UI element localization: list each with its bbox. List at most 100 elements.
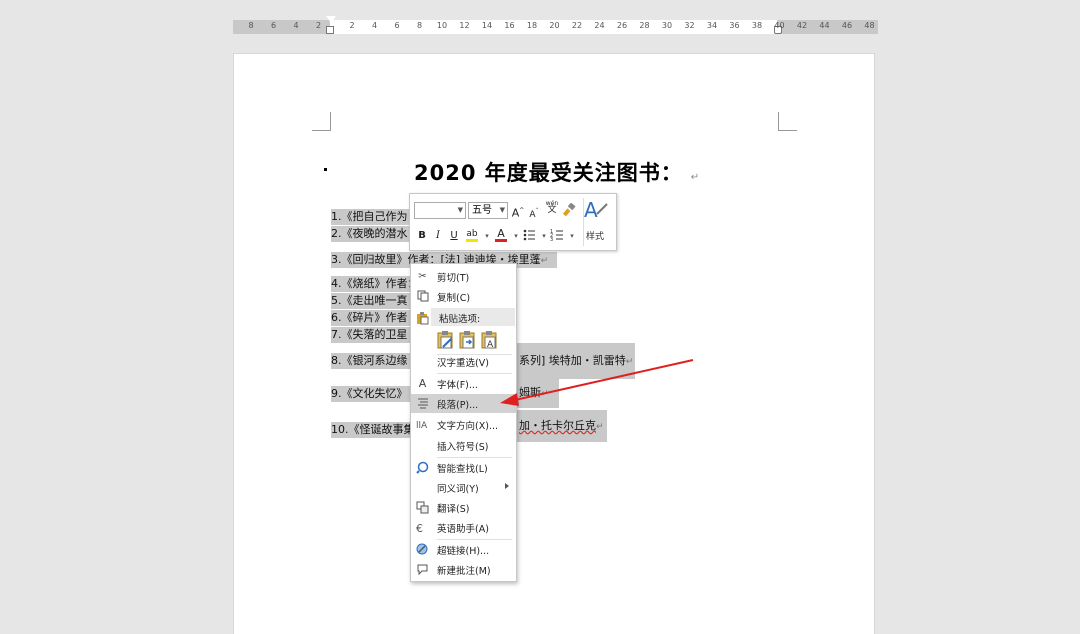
horizontal-ruler[interactable]: 8 6 4 2 2 4 6 8 10 12 14 16 18 20 22 24 26 28 30 32 34 36 38 40…	[233, 16, 878, 34]
svg-text:A: A	[487, 340, 494, 350]
ruler-tick-label: 2	[315, 21, 322, 30]
ruler-tick-label: 10	[436, 21, 448, 30]
menu-item-synonyms[interactable]: 同义词(Y)	[411, 478, 516, 497]
ruler-tick-label: 8	[416, 21, 423, 30]
menu-item-insert-symbol[interactable]: 插入符号(S)	[411, 436, 516, 455]
ruler-tick-label: 32	[684, 21, 695, 30]
bold-button[interactable]: B	[415, 229, 429, 243]
book-line-4[interactable]: 4.《烧纸》作者：	[331, 276, 415, 292]
format-painter-icon	[562, 202, 576, 217]
smart-lookup-icon	[416, 461, 429, 474]
paste-merge-formatting-button[interactable]	[459, 330, 477, 350]
ruler-tick-label: 38	[751, 21, 763, 30]
chevron-down-icon[interactable]: ▾	[509, 229, 523, 243]
ruler-tick-label: 26	[616, 21, 628, 30]
svg-text:A: A	[584, 198, 598, 222]
ruler-tick-label: 4	[371, 21, 378, 30]
chevron-down-icon[interactable]: ▾	[537, 229, 551, 243]
book-line-1[interactable]: 1.《把自己作为	[331, 209, 415, 225]
ruler-tick-label: 4	[293, 21, 299, 30]
submenu-arrow-icon	[505, 483, 509, 489]
chevron-down-icon[interactable]: ▾	[565, 229, 579, 243]
ruler-tick-label: 18	[526, 21, 538, 30]
context-menu: ✂ 剪切(T) 复制(C) 粘贴选项: A 汉字重选(V) A 字体(F)...…	[410, 263, 517, 582]
ruler-tick-label: 34	[706, 21, 718, 30]
ruler-tick-label: 6	[270, 21, 277, 30]
ruler-tick-label: 16	[504, 21, 515, 30]
scissors-icon: ✂	[418, 271, 427, 282]
menu-item-hyperlink[interactable]: 超链接(H)...	[411, 540, 516, 559]
shrink-font-button[interactable]: Aˇ	[527, 205, 541, 220]
book-line-10[interactable]: 10.《怪诞故事集	[331, 422, 415, 438]
new-comment-icon	[416, 563, 429, 576]
book-line-2[interactable]: 2.《夜晚的潜水	[331, 226, 415, 242]
ruler-tick-label: 46	[841, 21, 853, 30]
numbered-list-icon: 123	[550, 229, 563, 243]
ruler-tick-label: 28	[639, 21, 650, 30]
paragraph-mark: ↵	[690, 172, 701, 183]
underline-button[interactable]: U	[447, 229, 461, 243]
font-color-bar	[495, 239, 507, 242]
chevron-down-icon[interactable]: ▼	[458, 203, 463, 218]
list-bullet	[324, 168, 327, 171]
hyperlink-icon	[416, 543, 429, 556]
book-line-8[interactable]: 8.《银河系边缘	[331, 353, 415, 369]
menu-item-english-assistant[interactable]: € 英语助手(A)	[411, 518, 516, 537]
book-line-7[interactable]: 7.《失落的卫星	[331, 327, 415, 343]
highlight-color-bar	[466, 239, 478, 242]
styles-icon: A	[584, 198, 608, 222]
menu-item-text-direction[interactable]: llA 文字方向(X)...	[411, 415, 516, 434]
menu-item-cut[interactable]: ✂ 剪切(T)	[411, 267, 516, 286]
styles-button[interactable]: A	[583, 198, 609, 226]
font-color-button[interactable]: A	[494, 227, 508, 242]
paste-keep-source-formatting-button[interactable]	[437, 330, 455, 350]
font-icon: A	[418, 377, 427, 390]
svg-text:3: 3	[550, 237, 553, 242]
chevron-down-icon[interactable]: ▼	[500, 203, 505, 218]
ruler-tick-label: 6	[394, 21, 400, 30]
annotation-arrow	[500, 359, 694, 406]
margin-corner-top-left	[312, 112, 331, 131]
italic-button[interactable]: I	[431, 229, 445, 243]
highlight-button[interactable]: ab	[465, 227, 479, 242]
document-title[interactable]: 2020 年度最受关注图书： ↵	[414, 157, 700, 187]
ruler-tick-label: 12	[459, 21, 470, 30]
english-assistant-icon: €	[416, 521, 429, 535]
book-line-10-tail[interactable]: 加・托卡尔丘克↵	[515, 410, 607, 442]
ruler-tick-label: 8	[248, 21, 254, 30]
ruler-tick-label: 22	[571, 21, 583, 30]
grow-font-button[interactable]: A^	[511, 204, 525, 220]
format-painter-button[interactable]	[562, 202, 577, 217]
book-line-6[interactable]: 6.《碎片》作者	[331, 310, 415, 326]
book-line-5[interactable]: 5.《走出唯一真	[331, 293, 415, 309]
paste-text-only-icon: A	[481, 331, 497, 350]
ruler-tick-label: 24	[594, 21, 605, 30]
document-page[interactable]: 2020 年度最受关注图书： ↵ 1.《把自己作为 2.《夜晚的潜水 3.《回归故…	[234, 54, 874, 634]
ruler-tick-label: 30	[661, 21, 673, 30]
ruler-tick-label: 2	[349, 21, 355, 30]
menu-item-copy[interactable]: 复制(C)	[411, 287, 516, 306]
styles-label[interactable]: 样式	[586, 229, 604, 242]
ruler-tick-label: 44	[819, 21, 830, 30]
ruler-tick-label: 48	[864, 21, 875, 30]
svg-text:€: €	[416, 522, 423, 534]
paste-merge-icon	[459, 331, 475, 349]
chevron-down-icon[interactable]: ▾	[480, 229, 494, 243]
bullets-button[interactable]	[522, 228, 536, 242]
bullet-list-icon	[523, 229, 535, 241]
phonetic-guide-button[interactable]: wén 文	[544, 200, 560, 215]
paragraph-icon	[416, 397, 429, 410]
font-name-box[interactable]: ▼	[414, 202, 466, 219]
translate-icon	[416, 501, 429, 514]
book-line-9[interactable]: 9.《文化失忆》	[331, 386, 415, 402]
menu-item-new-comment[interactable]: 新建批注(M)	[411, 560, 516, 579]
copy-icon	[416, 290, 429, 303]
menu-item-translate[interactable]: 翻译(S)	[411, 498, 516, 517]
font-size-box[interactable]: 五号 ▼	[468, 202, 508, 219]
ruler-tick-label: 20	[549, 21, 560, 30]
paste-text-only-button[interactable]: A	[481, 330, 499, 350]
ruler-tick-label: 40	[774, 21, 785, 30]
numbering-button[interactable]: 123	[550, 228, 564, 243]
menu-item-smart-lookup[interactable]: 智能查找(L)	[411, 458, 516, 477]
ruler-tick-label: 36	[729, 21, 740, 30]
